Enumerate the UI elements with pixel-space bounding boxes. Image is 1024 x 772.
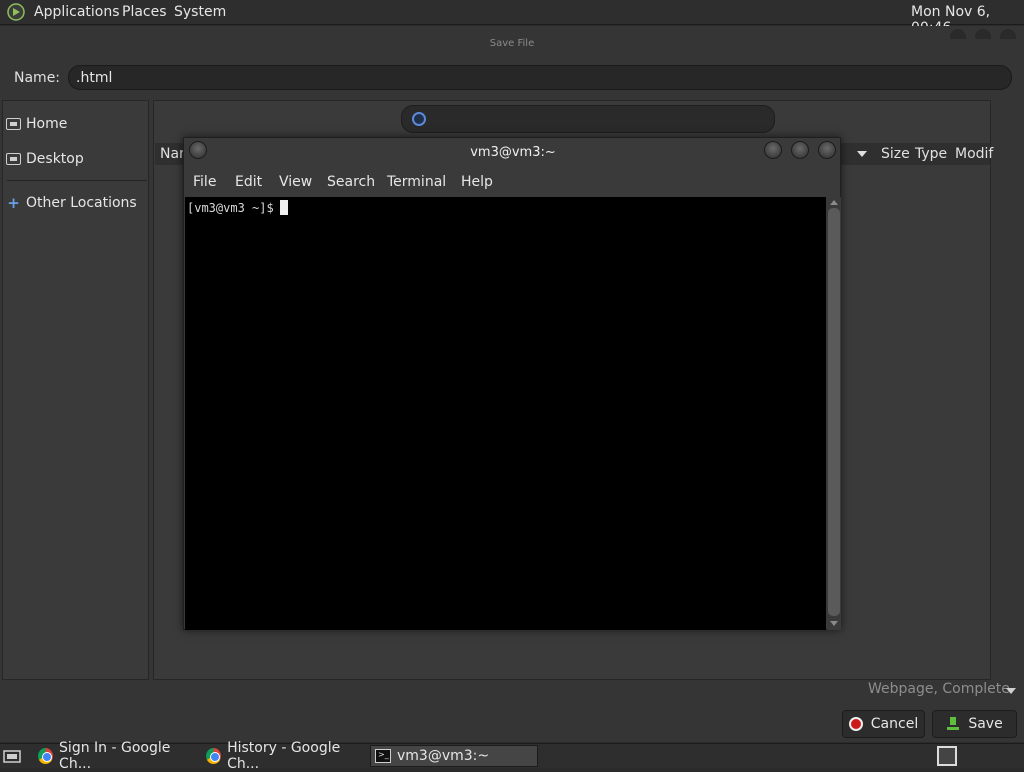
sidebar-item-desktop[interactable]: Desktop <box>6 151 84 167</box>
file-type-value: Webpage, Complete <box>868 681 1010 697</box>
home-folder-icon <box>6 118 21 130</box>
cancel-button[interactable]: Cancel <box>842 710 925 738</box>
places-menu[interactable]: Places <box>122 4 167 20</box>
terminal-title: vm3@vm3:~ <box>470 145 556 160</box>
chrome-icon <box>206 748 222 764</box>
menu-terminal[interactable]: Terminal <box>387 174 446 190</box>
sidebar-divider <box>7 180 147 181</box>
column-type-header[interactable]: Type <box>915 146 947 162</box>
text-cursor <box>279 200 288 215</box>
places-sidebar: Home Desktop + Other Locations <box>2 100 149 680</box>
sort-descending-icon[interactable] <box>857 151 867 157</box>
plus-icon: + <box>7 194 20 212</box>
scrollbar-thumb[interactable] <box>828 208 840 616</box>
terminal-scrollbar[interactable] <box>827 197 841 630</box>
desktop-folder-icon <box>6 153 21 165</box>
applications-menu[interactable]: Applications <box>34 4 120 20</box>
sidebar-item-label: Other Locations <box>26 195 137 211</box>
dialog-title: Save File <box>489 38 535 49</box>
name-label: Name: <box>14 70 61 86</box>
menu-edit[interactable]: Edit <box>235 174 262 190</box>
stop-icon <box>848 717 863 731</box>
workspace-switcher[interactable] <box>937 746 957 766</box>
top-panel: Applications Places System Mon Nov 6, 00… <box>0 0 1024 36</box>
terminal-icon: >_ <box>375 749 391 763</box>
column-size-header[interactable]: Size <box>881 146 910 162</box>
taskbar-item-chrome-signin[interactable]: Sign In - Google Ch... <box>34 740 198 772</box>
minimize-button[interactable] <box>764 141 782 159</box>
show-desktop-icon[interactable] <box>3 748 21 764</box>
save-button-label: Save <box>968 716 1003 732</box>
menu-search[interactable]: Search <box>327 174 375 190</box>
file-type-select[interactable]: Webpage, Complete <box>868 681 1018 703</box>
download-icon <box>946 717 960 731</box>
terminal-window: vm3@vm3:~ File Edit View Search Terminal… <box>183 137 841 630</box>
save-button[interactable]: Save <box>932 710 1017 738</box>
menu-help[interactable]: Help <box>461 174 493 190</box>
filename-input[interactable]: .html <box>68 65 1012 90</box>
task-label: Sign In - Google Ch... <box>59 740 171 772</box>
sidebar-item-label: Desktop <box>26 151 84 167</box>
sidebar-item-label: Home <box>26 116 68 132</box>
menu-view[interactable]: View <box>279 174 312 190</box>
sidebar-item-other-locations[interactable]: + Other Locations <box>6 194 137 212</box>
scroll-down-icon[interactable] <box>830 621 838 626</box>
search-icon <box>412 112 426 126</box>
maximize-button[interactable] <box>791 141 809 159</box>
scroll-up-icon[interactable] <box>830 200 838 205</box>
prompt-text: [vm3@vm3 ~]$ <box>187 201 274 215</box>
task-label: vm3@vm3:~ <box>397 748 490 764</box>
terminal-screen[interactable]: [vm3@vm3 ~]$ <box>185 197 826 630</box>
search-input[interactable] <box>401 105 775 133</box>
sidebar-item-home[interactable]: Home <box>6 116 67 132</box>
cancel-button-label: Cancel <box>870 716 919 732</box>
system-menu[interactable]: System <box>174 4 226 20</box>
menu-file[interactable]: File <box>193 174 216 190</box>
column-modified-header[interactable]: Modif <box>955 146 993 162</box>
column-name-header[interactable]: Nar <box>160 146 185 162</box>
task-label: History - Google Ch... <box>227 740 341 772</box>
shell-prompt: [vm3@vm3 ~]$ <box>187 200 288 215</box>
taskbar-item-terminal[interactable]: >_ vm3@vm3:~ <box>370 745 538 767</box>
close-button[interactable] <box>818 141 836 159</box>
terminal-menubar: File Edit View Search Terminal Help <box>184 170 842 196</box>
distro-logo-icon[interactable] <box>6 3 26 21</box>
chrome-icon <box>38 748 54 764</box>
taskbar: Sign In - Google Ch... History - Google … <box>0 740 1024 772</box>
chevron-down-icon <box>1006 688 1016 694</box>
taskbar-item-chrome-history[interactable]: History - Google Ch... <box>202 740 368 772</box>
